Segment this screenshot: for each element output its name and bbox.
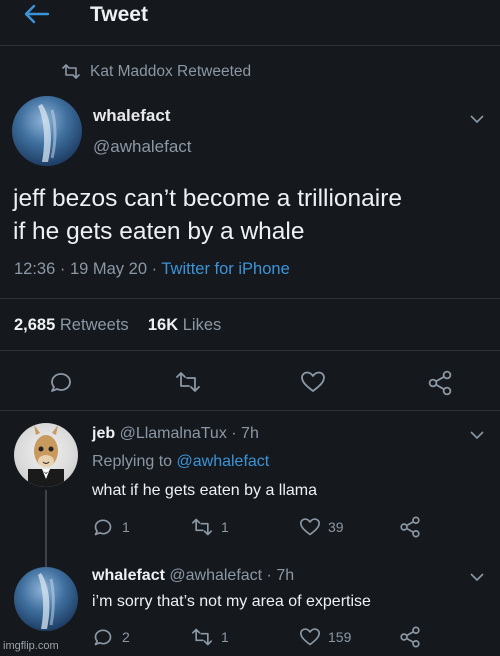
retweets-label[interactable]: Retweets <box>60 316 129 334</box>
tweet-text-line2: if he gets eaten by a whale <box>13 218 305 245</box>
reply1-retweet-action[interactable]: 1 <box>190 517 229 537</box>
author-display-name[interactable]: whalefact <box>93 106 170 126</box>
replying-to-link[interactable]: @awhalefact <box>177 453 270 470</box>
tweet-text-line1: jeff bezos can’t become a trillionaire <box>13 185 403 212</box>
reply1-handle-time[interactable]: @LlamalnaTux · 7h <box>120 425 259 442</box>
like-icon[interactable] <box>300 370 326 394</box>
tweet-text: jeff bezos can’t become a trillionaire i… <box>13 182 402 248</box>
retweet-context-icon <box>60 63 82 81</box>
reply2-text: i’m sorry that’s not my area of expertis… <box>92 593 371 610</box>
reply2-handle-time[interactable]: @awhalefact · 7h <box>169 567 294 584</box>
share-icon[interactable] <box>427 370 453 396</box>
replying-to-prefix: Replying to <box>92 453 177 470</box>
reply1-reply-count: 1 <box>122 519 130 535</box>
reply2-retweet-action[interactable]: 1 <box>190 627 229 647</box>
retweets-count[interactable]: 2,685 <box>14 316 55 334</box>
whalefact-avatar[interactable] <box>12 96 82 166</box>
reply2-reply-count: 2 <box>122 629 130 645</box>
reply2-header: whalefact @awhalefact · 7h <box>92 567 294 585</box>
likes-label[interactable]: Likes <box>183 316 222 334</box>
reply1-retweet-count: 1 <box>221 519 229 535</box>
author-handle[interactable]: @awhalefact <box>93 137 192 157</box>
like-icon <box>300 518 320 536</box>
reply1-reply-action[interactable]: 1 <box>93 517 130 537</box>
reply2-reply-action[interactable]: 2 <box>93 627 130 647</box>
reply1-text: what if he gets eaten by a llama <box>92 482 318 499</box>
actions-divider <box>0 410 500 411</box>
reply2-like-action[interactable]: 159 <box>299 627 351 647</box>
stats-divider <box>0 350 500 351</box>
jeb-avatar[interactable] <box>14 423 78 487</box>
tweet-meta: 12:36 · 19 May 20 · Twitter for iPhone <box>14 260 290 279</box>
reply-icon <box>94 519 112 536</box>
reply1-header: jeb @LlamalnaTux · 7h <box>92 425 259 443</box>
reply2-avatar[interactable] <box>14 567 78 631</box>
reply1-like-action[interactable]: 39 <box>299 517 344 537</box>
chevron-down-icon[interactable] <box>470 114 484 124</box>
tweet-stats: 2,685 Retweets 16K Likes <box>14 316 221 335</box>
retweet-icon <box>192 628 213 646</box>
back-arrow-icon[interactable] <box>20 0 54 30</box>
reply2-share-icon[interactable] <box>399 626 421 648</box>
meta-divider <box>0 298 500 299</box>
reply1-display-name[interactable]: jeb <box>92 425 115 442</box>
reply1-replying-to: Replying to @awhalefact <box>92 453 269 471</box>
reply2-chevron-down-icon[interactable] <box>470 572 484 582</box>
reply1-like-count: 39 <box>328 519 344 535</box>
likes-count[interactable]: 16K <box>148 316 178 334</box>
imgflip-watermark: imgflip.com <box>3 640 59 652</box>
reply2-retweet-count: 1 <box>221 629 229 645</box>
tweet-source-link[interactable]: Twitter for iPhone <box>161 260 289 278</box>
reply1-chevron-down-icon[interactable] <box>470 430 484 440</box>
header-divider <box>0 45 500 46</box>
like-icon <box>300 628 320 646</box>
retweet-icon <box>192 518 213 536</box>
reply2-display-name[interactable]: whalefact <box>92 567 165 584</box>
retweet-icon[interactable] <box>174 370 202 394</box>
reply-icon[interactable] <box>49 370 73 394</box>
thread-line <box>45 490 47 568</box>
retweet-context-text: Kat Maddox Retweeted <box>90 63 252 80</box>
reply-icon <box>94 629 112 646</box>
tweet-timestamp: 12:36 · 19 May 20 · <box>14 260 162 278</box>
page-title: Tweet <box>90 3 148 26</box>
reply1-share-icon[interactable] <box>399 516 421 538</box>
reply2-like-count: 159 <box>328 629 352 645</box>
